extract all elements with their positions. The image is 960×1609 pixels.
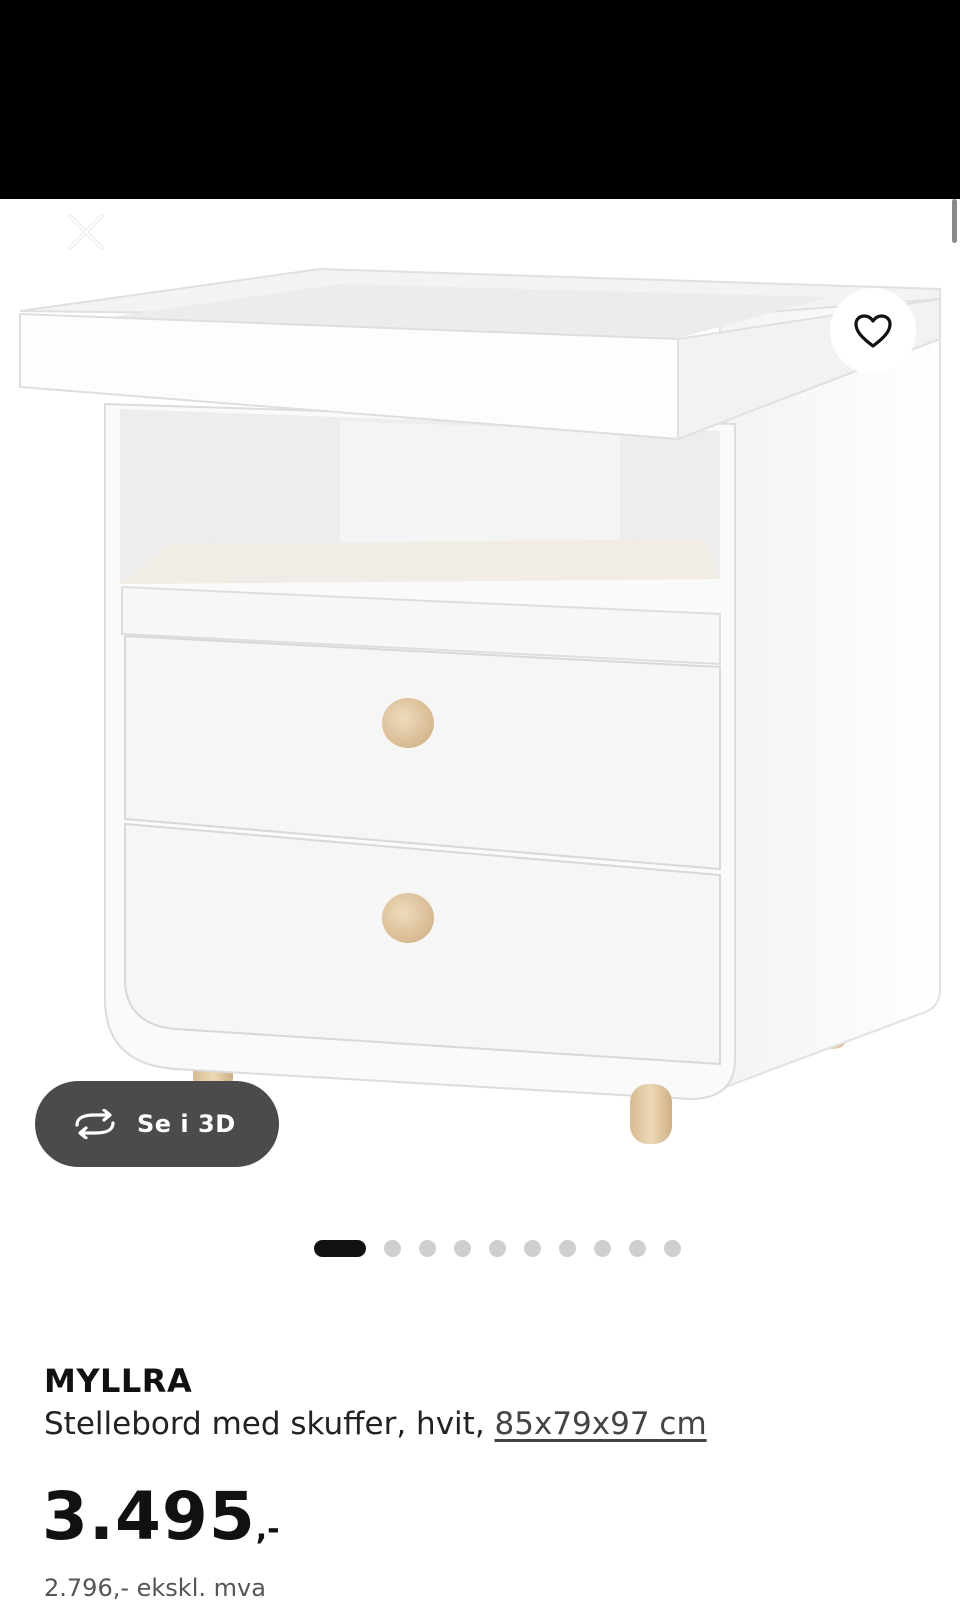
heart-icon [854, 314, 892, 348]
product-description: Stellebord med skuffer, hvit, 85x79x97 c… [44, 1406, 707, 1442]
gallery-dot-4[interactable] [454, 1239, 471, 1257]
price-ex-vat: 2.796,- ekskl. mva [44, 1574, 266, 1602]
close-icon [68, 214, 104, 250]
gallery-dot-6[interactable] [524, 1239, 541, 1257]
top-bar [0, 0, 960, 199]
gallery-dot-8[interactable] [594, 1239, 611, 1257]
gallery-dot-10[interactable] [664, 1239, 681, 1257]
product-price: 3.495,- [42, 1478, 280, 1555]
product-name: MYLLRA [44, 1362, 193, 1400]
gallery-dot-3[interactable] [419, 1239, 436, 1257]
rotate-3d-icon [75, 1109, 115, 1139]
gallery-dot-5[interactable] [489, 1239, 506, 1257]
gallery-pagination [314, 1238, 681, 1258]
gallery-dot-9[interactable] [629, 1239, 646, 1257]
product-description-text: Stellebord med skuffer, hvit, [44, 1406, 485, 1442]
gallery-dot-2[interactable] [384, 1239, 401, 1257]
gallery-dot-7[interactable] [559, 1239, 576, 1257]
product-dimensions-link[interactable]: 85x79x97 cm [495, 1406, 707, 1442]
gallery-dot-1[interactable] [314, 1239, 366, 1257]
view-3d-button[interactable]: Se i 3D [35, 1081, 279, 1167]
price-amount: 3.495 [42, 1478, 256, 1555]
product-image [19, 267, 941, 1144]
scrollbar[interactable] [952, 199, 957, 243]
close-button[interactable] [62, 208, 110, 256]
favorite-button[interactable] [830, 288, 916, 374]
view-3d-label: Se i 3D [137, 1110, 236, 1138]
price-suffix: ,- [255, 1512, 280, 1547]
